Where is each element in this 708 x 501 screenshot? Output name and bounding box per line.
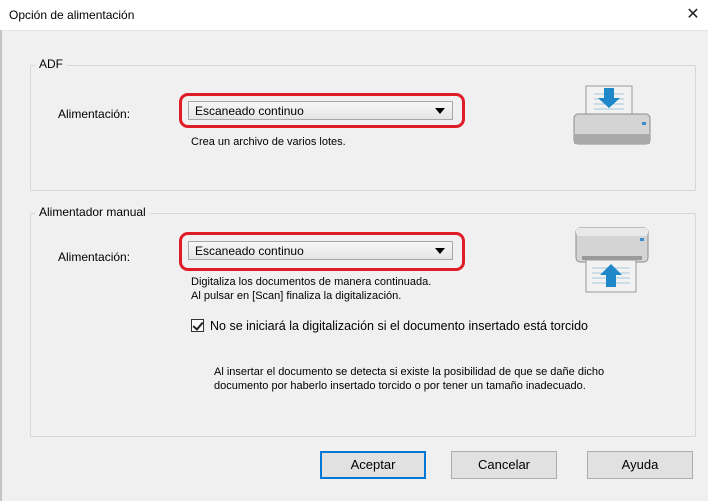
manual-feed-highlight [179,232,465,271]
cancel-button[interactable]: Cancelar [451,451,557,479]
skew-note-line-1: Al insertar el documento se detecta si e… [214,366,605,378]
manual-feed-description-1: Digitaliza los documentos de manera cont… [191,276,432,288]
adf-feed-description: Crea un archivo de varios lotes. [191,136,346,148]
skew-note-line-2: documento por haberlo insertado torcido … [214,380,586,392]
manual-group-label: Alimentador manual [35,205,150,219]
close-icon[interactable]: ✕ [678,0,708,30]
skew-check-label[interactable]: No se iniciará la digitalización si el d… [210,319,588,333]
ok-button[interactable]: Aceptar [320,451,426,479]
manual-feed-description-2: Al pulsar en [Scan] finaliza la digitali… [191,290,402,302]
scanner-manual-icon [575,227,649,293]
title-bar: Opción de alimentación ✕ [0,0,708,31]
window-edge [0,30,2,501]
manual-feed-label: Alimentación: [58,250,131,264]
checkmark-icon [192,319,204,331]
adf-feed-label: Alimentación: [58,107,131,121]
scanner-adf-icon [573,85,651,145]
window-title: Opción de alimentación [9,8,135,22]
adf-group-label: ADF [35,57,67,71]
skew-check-checkbox[interactable] [191,319,204,332]
adf-feed-highlight [179,93,465,128]
help-button[interactable]: Ayuda [587,451,693,479]
